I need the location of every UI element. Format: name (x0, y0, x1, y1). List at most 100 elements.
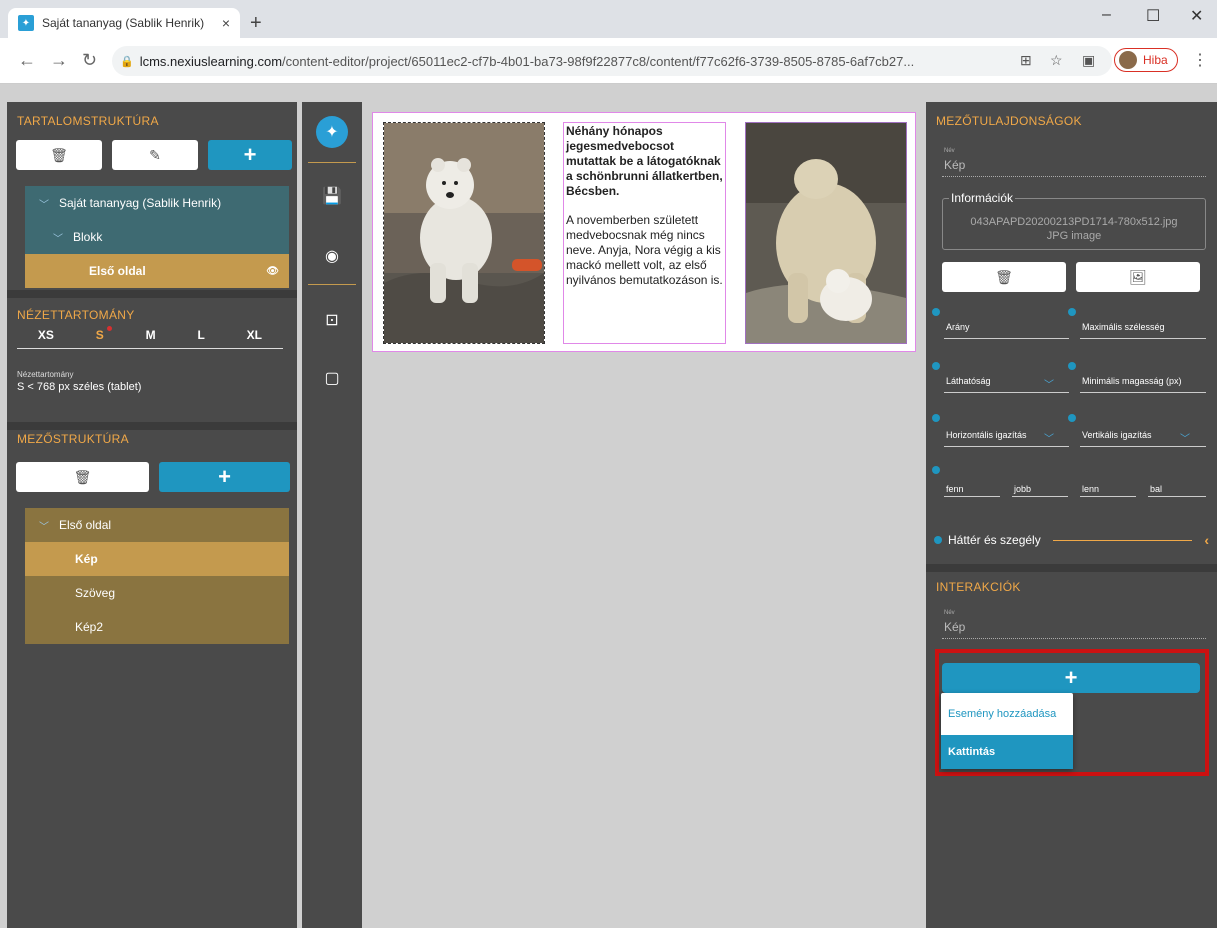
v-align-select[interactable] (1080, 446, 1206, 447)
save-icon[interactable]: 💾 (322, 186, 342, 206)
add-content-button[interactable]: + (208, 140, 292, 170)
profile-button[interactable]: Hiba (1114, 48, 1178, 72)
star-icon[interactable]: ☆ (1050, 52, 1063, 69)
ratio-input[interactable] (944, 338, 1069, 339)
max-width-input[interactable] (1080, 338, 1206, 339)
field-item-label: Szöveg (75, 586, 116, 600)
polar-bear-mother-image[interactable] (745, 122, 907, 344)
info-icon[interactable] (932, 362, 940, 370)
bg-border-label: Háttér és szegély (948, 533, 1041, 547)
translate-icon[interactable]: ⊞ (1020, 52, 1032, 69)
url-path: /content-editor/project/65011ec2-cf7b-4b… (282, 53, 915, 69)
close-window-button[interactable]: ✕ (1190, 6, 1203, 26)
min-height-label: Minimális magasság (px) (1082, 376, 1182, 386)
viewport-value: S < 768 px széles (tablet) (17, 381, 142, 393)
content-canvas[interactable]: Néhány hónapos jegesmedvebocsot mutattak… (372, 112, 916, 352)
info-icon[interactable] (1068, 362, 1076, 370)
site-favicon-icon: ✦ (18, 15, 34, 31)
field-item-page[interactable]: ﹀ Első oldal (25, 508, 289, 542)
chevron-down-icon: ﹀ (39, 199, 49, 211)
insert-icon[interactable]: ⊡ (322, 310, 342, 330)
app-logo-icon[interactable]: ✦ (316, 116, 348, 148)
chevron-down-icon[interactable]: ﹀ (1180, 430, 1190, 445)
url-input[interactable]: 🔒 lcms.nexiuslearning.com /content-edito… (112, 46, 1112, 76)
bg-border-toggle[interactable]: Háttér és szegély ‹ (934, 532, 1209, 548)
frame-icon[interactable]: ▢ (322, 368, 342, 388)
tab-title: Saját tananyag (Sablik Henrik) (42, 16, 205, 30)
back-icon[interactable]: ← (18, 50, 36, 71)
interaction-name-underline (942, 638, 1206, 639)
menu-kebab-icon[interactable]: ⋮ (1192, 50, 1208, 70)
field-item-label: Kép (75, 552, 98, 566)
polar-bear-cub-image[interactable] (383, 122, 545, 344)
field-item-label: Első oldal (59, 518, 112, 532)
profile-label: Hiba (1143, 53, 1168, 67)
chevron-down-icon: ﹀ (39, 521, 49, 533)
dropdown-click-option[interactable]: Kattintás (941, 735, 1073, 769)
tab-xl[interactable]: XL (247, 328, 262, 342)
min-height-input[interactable] (1080, 392, 1206, 393)
ratio-label: Arány (946, 322, 970, 332)
field-item-kep[interactable]: Kép (25, 542, 289, 576)
reload-icon[interactable]: ↻ (82, 50, 97, 71)
plus-icon: + (243, 142, 257, 167)
delete-image-button[interactable]: 🗑 (942, 262, 1066, 292)
name-label: Név (944, 148, 955, 154)
delete-content-button[interactable]: 🗑 (16, 140, 102, 170)
field-item-szoveg[interactable]: Szöveg (25, 576, 289, 610)
minimize-button[interactable]: – (1102, 6, 1111, 24)
edit-content-button[interactable]: ✎ (112, 140, 198, 170)
right-panel: MEZŐTULAJDONSÁGOK Név Kép Információk 04… (926, 102, 1217, 928)
add-field-button[interactable]: + (159, 462, 290, 492)
dropdown-add-event[interactable]: Esemény hozzáadása (941, 693, 1073, 735)
add-interaction-button[interactable]: + (942, 663, 1200, 693)
name-field[interactable]: Kép (944, 158, 965, 172)
tree-item-root[interactable]: ﹀ Saját tananyag (Sablik Henrik) (25, 186, 289, 220)
choose-image-button[interactable]: 🖼 (1076, 262, 1200, 292)
h-align-select[interactable] (944, 446, 1069, 447)
trash-icon: 🗑 (73, 468, 92, 485)
info-icon[interactable] (1068, 414, 1076, 422)
info-icon[interactable] (1068, 308, 1076, 316)
preview-eye-icon[interactable]: ◉ (322, 246, 342, 266)
tab-xs[interactable]: XS (38, 328, 54, 342)
viewport-size-tabs: XS S M L XL (17, 326, 283, 349)
extension-icon[interactable]: ▣ (1082, 52, 1095, 69)
tab-m[interactable]: M (146, 328, 156, 342)
field-item-kep2[interactable]: Kép2 (25, 610, 289, 644)
margin-left-input[interactable] (1148, 496, 1206, 497)
tree-item-block[interactable]: ﹀ Blokk (25, 220, 289, 254)
maximize-button[interactable]: ☐ (1146, 6, 1160, 26)
top-gutter (0, 84, 1217, 102)
info-icon[interactable] (932, 308, 940, 316)
h-align-label: Horizontális igazítás (946, 430, 1027, 440)
browser-tab[interactable]: ✦ Saját tananyag (Sablik Henrik) × (8, 8, 240, 38)
tree-item-page[interactable]: Első oldal 👁 (25, 254, 289, 288)
tab-l[interactable]: L (197, 328, 204, 342)
chevron-down-icon[interactable]: ﹀ (1044, 376, 1054, 391)
delete-field-button[interactable]: 🗑 (16, 462, 149, 492)
avatar (1119, 51, 1137, 69)
interaction-name-field[interactable]: Kép (944, 620, 965, 634)
viewport-label: Nézettartomány (17, 370, 74, 379)
forward-icon[interactable]: → (50, 50, 68, 71)
chevron-left-icon[interactable]: ‹ (1204, 532, 1209, 548)
article-text-field[interactable]: Néhány hónapos jegesmedvebocsot mutattak… (563, 122, 726, 344)
visibility-select[interactable] (944, 392, 1069, 393)
margin-right-input[interactable] (1012, 496, 1068, 497)
margin-top-input[interactable] (944, 496, 1000, 497)
margin-bottom-input[interactable] (1080, 496, 1136, 497)
info-icon[interactable] (932, 466, 940, 474)
visibility-icon[interactable]: 👁 (266, 266, 279, 277)
trash-icon: 🗑 (995, 268, 1013, 285)
plus-icon: + (218, 464, 231, 489)
editor-toolbar: ✦ 💾 ◉ ⊡ ▢ (302, 102, 362, 928)
info-icon[interactable] (932, 414, 940, 422)
left-panel: TARTALOMSTRUKTÚRA 🗑 ✎ + ﹀ Saját tananyag… (7, 102, 297, 928)
chevron-down-icon[interactable]: ﹀ (1044, 430, 1054, 445)
edit-icon: ✎ (149, 146, 161, 163)
new-tab-button[interactable]: + (250, 12, 262, 35)
tab-close-icon[interactable]: × (222, 15, 230, 31)
tab-s[interactable]: S (96, 326, 112, 342)
name-underline (942, 176, 1206, 177)
